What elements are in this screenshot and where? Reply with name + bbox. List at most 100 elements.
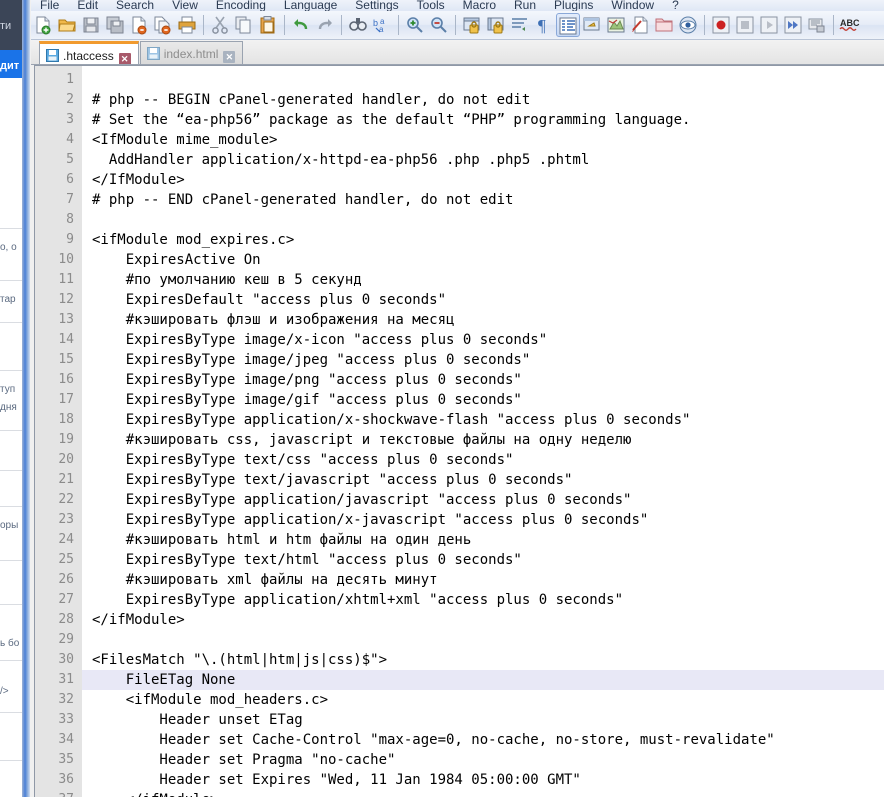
menu-item-view[interactable]: View [163, 0, 207, 11]
code-line[interactable]: # php -- END cPanel-generated handler, d… [82, 190, 884, 210]
code-line[interactable]: #кэшировать флэш и изображения на месяц [82, 310, 884, 330]
code-line[interactable]: ExpiresActive On [82, 250, 884, 270]
play-macro-icon[interactable] [757, 13, 781, 37]
code-line[interactable]: AddHandler application/x-httpd-ea-php56 … [82, 150, 884, 170]
save-status-icon [146, 44, 160, 60]
line-number: 23 [58, 512, 74, 527]
print-icon[interactable] [175, 13, 199, 37]
code-line[interactable]: ExpiresByType image/png "access plus 0 s… [82, 370, 884, 390]
code-line[interactable]: # php -- BEGIN cPanel-generated handler,… [82, 90, 884, 110]
monitoring-icon[interactable] [676, 13, 700, 37]
menu-item-run[interactable]: Run [505, 0, 545, 11]
toolbar-separator [284, 15, 285, 35]
menu-item-plugins[interactable]: Plugins [545, 0, 602, 11]
menu-item-settings[interactable]: Settings [346, 0, 407, 11]
close-tab-icon[interactable]: ✕ [118, 53, 131, 64]
run-macro-multiple-icon[interactable] [781, 13, 805, 37]
code-line[interactable]: ExpiresByType image/jpeg "access plus 0 … [82, 350, 884, 370]
user-defined-dialog-icon[interactable] [580, 13, 604, 37]
code-line[interactable]: <ifModule mod_expires.c> [82, 230, 884, 250]
folder-as-workspace-icon[interactable] [652, 13, 676, 37]
code-line[interactable]: <ifModule mod_headers.c> [82, 690, 884, 710]
undo-icon[interactable] [289, 13, 313, 37]
code-line[interactable]: <IfModule mime_module> [82, 130, 884, 150]
menu-item-language[interactable]: Language [275, 0, 346, 11]
code-line[interactable]: ExpiresByType text/html "access plus 0 s… [82, 550, 884, 570]
code-line[interactable]: #по умолчанию кеш в 5 секунд [82, 270, 884, 290]
word-wrap-icon[interactable] [508, 13, 532, 37]
code-line[interactable]: FileETag None [82, 670, 884, 690]
menu-item-[interactable]: ? [663, 0, 688, 11]
code-line[interactable]: </ifModule> [82, 790, 884, 797]
save-icon[interactable] [79, 13, 103, 37]
find-icon[interactable] [346, 13, 370, 37]
code-line[interactable]: ExpiresByType application/x-shockwave-fl… [82, 410, 884, 430]
show-all-characters-icon[interactable]: ¶ [532, 13, 556, 37]
code-line[interactable]: ExpiresByType text/css "access plus 0 se… [82, 450, 884, 470]
code-line[interactable]: ExpiresByType text/javascript "access pl… [82, 470, 884, 490]
spell-check-icon[interactable]: ABC [838, 13, 862, 37]
code-line[interactable]: ExpiresDefault "access plus 0 seconds" [82, 290, 884, 310]
svg-text:b: b [373, 18, 378, 28]
svg-text:ABC: ABC [840, 18, 860, 28]
paste-icon[interactable] [256, 13, 280, 37]
code-line[interactable]: ExpiresByType application/x-javascript "… [82, 510, 884, 530]
svg-text:a: a [379, 25, 384, 34]
save-macro-icon[interactable] [805, 13, 829, 37]
code-text-area[interactable]: # php -- BEGIN cPanel-generated handler,… [82, 66, 884, 797]
code-line[interactable]: # Set the “ea-php56” package as the defa… [82, 110, 884, 130]
line-number: 36 [58, 772, 74, 787]
close-all-icon[interactable] [151, 13, 175, 37]
code-line[interactable] [82, 630, 884, 650]
stop-macro-icon[interactable] [733, 13, 757, 37]
editor-area[interactable]: 1 2 3 4 5 6 7 8 9 10 11 12 13 14 15 16 17 18 19 20 21 22 23 24 2… [34, 65, 884, 797]
menu-item-file[interactable]: File [31, 0, 68, 11]
code-line[interactable]: <FilesMatch "\.(html|htm|js|css)$"> [82, 650, 884, 670]
record-macro-icon[interactable] [709, 13, 733, 37]
menu-item-macro[interactable]: Macro [454, 0, 505, 11]
indent-guide-icon[interactable] [556, 13, 580, 37]
line-number: 14 [58, 332, 74, 347]
redo-icon[interactable] [313, 13, 337, 37]
code-line[interactable] [82, 70, 884, 90]
menu-item-encoding[interactable]: Encoding [207, 0, 275, 11]
close-file-icon[interactable] [127, 13, 151, 37]
document-tab[interactable]: index.html ✕ [139, 41, 244, 64]
zoom-in-icon[interactable] [403, 13, 427, 37]
code-line[interactable]: Header set Cache-Control "max-age=0, no-… [82, 730, 884, 750]
function-list-icon[interactable] [628, 13, 652, 37]
code-line[interactable]: ExpiresByType application/javascript "ac… [82, 490, 884, 510]
open-file-icon[interactable] [55, 13, 79, 37]
menu-item-edit[interactable]: Edit [68, 0, 107, 11]
code-line[interactable]: Header set Expires "Wed, 11 Jan 1984 05:… [82, 770, 884, 790]
code-line[interactable] [82, 210, 884, 230]
document-tab-bar: .htaccess ✕ index.html ✕ [31, 40, 884, 65]
code-line[interactable]: ExpiresByType image/gif "access plus 0 s… [82, 390, 884, 410]
close-tab-icon[interactable]: ✕ [223, 51, 236, 63]
line-number: 7 [66, 192, 74, 207]
zoom-out-icon[interactable] [427, 13, 451, 37]
code-line[interactable]: ExpiresByType application/xhtml+xml "acc… [82, 590, 884, 610]
replace-icon[interactable]: baa [370, 13, 394, 37]
cut-icon[interactable] [208, 13, 232, 37]
document-tab[interactable]: .htaccess ✕ [39, 41, 139, 64]
new-file-icon[interactable] [31, 13, 55, 37]
code-line[interactable]: #кэшировать html и htm файлы на один ден… [82, 530, 884, 550]
code-line[interactable]: </IfModule> [82, 170, 884, 190]
code-line[interactable]: ExpiresByType image/x-icon "access plus … [82, 330, 884, 350]
code-line[interactable]: </ifModule> [82, 610, 884, 630]
code-line[interactable]: Header unset ETag [82, 710, 884, 730]
sync-vertical-scroll-icon[interactable] [460, 13, 484, 37]
toolbar-separator [455, 15, 456, 35]
document-map-icon[interactable] [604, 13, 628, 37]
save-all-icon[interactable] [103, 13, 127, 37]
code-line[interactable]: Header set Pragma "no-cache" [82, 750, 884, 770]
menu-item-search[interactable]: Search [107, 0, 163, 11]
svg-text:¶: ¶ [538, 16, 546, 35]
menu-item-window[interactable]: Window [602, 0, 663, 11]
code-line[interactable]: #кэшировать xml файлы на десять минут [82, 570, 884, 590]
menu-item-tools[interactable]: Tools [408, 0, 454, 11]
code-line[interactable]: #кэшировать css, javascript и текстовые … [82, 430, 884, 450]
sync-horizontal-scroll-icon[interactable] [484, 13, 508, 37]
copy-icon[interactable] [232, 13, 256, 37]
